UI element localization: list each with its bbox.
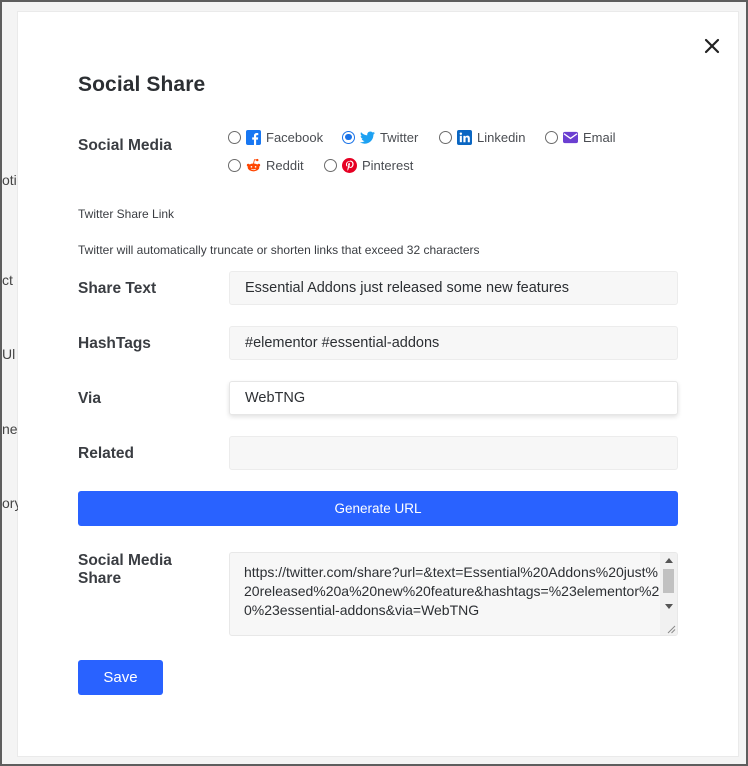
related-label: Related	[78, 445, 134, 462]
scroll-up-arrow-icon[interactable]	[665, 558, 673, 563]
close-button[interactable]	[701, 35, 723, 57]
share-url-textarea[interactable]: https://twitter.com/share?url=&text=Esse…	[229, 552, 678, 636]
radio-button[interactable]	[545, 130, 558, 144]
linkedin-icon	[457, 129, 472, 145]
radio-button[interactable]	[324, 158, 337, 172]
radio-email[interactable]: Email	[545, 128, 616, 146]
textarea-scrollbar[interactable]	[660, 553, 677, 635]
radio-button[interactable]	[439, 130, 452, 144]
radio-linkedin[interactable]: Linkedin	[439, 128, 525, 146]
via-input[interactable]: WebTNG	[229, 381, 678, 415]
radio-facebook[interactable]: Facebook	[228, 128, 323, 146]
scroll-down-arrow-icon[interactable]	[665, 604, 673, 609]
facebook-icon	[246, 129, 261, 145]
output-label-line1: Social Media	[78, 552, 172, 569]
email-icon	[563, 131, 578, 143]
radio-button[interactable]	[342, 130, 355, 144]
radio-button[interactable]	[228, 158, 241, 172]
radio-button[interactable]	[228, 130, 241, 144]
social-media-label: Social Media	[78, 137, 172, 154]
pinterest-icon	[342, 157, 357, 173]
close-icon[interactable]	[701, 35, 723, 57]
output-label-line2: Share	[78, 570, 122, 587]
radio-label: Linkedin	[477, 129, 526, 145]
radio-label: Facebook	[266, 129, 324, 145]
radio-label: Email	[583, 129, 616, 145]
social-share-modal: Social Share Social Media Facebook Twitt…	[18, 12, 738, 756]
twitter-icon	[360, 131, 375, 144]
hashtags-input[interactable]: #elementor #essential-addons	[229, 326, 678, 360]
radio-reddit[interactable]: Reddit	[228, 156, 304, 174]
modal-title: Social Share	[78, 73, 206, 96]
background-text: ne	[2, 421, 18, 437]
related-input[interactable]	[229, 436, 678, 470]
radio-label: Pinterest	[362, 157, 414, 173]
scrollbar-thumb[interactable]	[663, 569, 674, 593]
share-url-text: https://twitter.com/share?url=&text=Esse…	[244, 564, 660, 618]
radio-label: Reddit	[266, 157, 304, 173]
radio-pinterest[interactable]: Pinterest	[324, 156, 413, 174]
background-text: Ul	[2, 346, 16, 362]
generate-url-button[interactable]: Generate URL	[78, 491, 678, 526]
radio-label: Twitter	[380, 129, 419, 145]
share-text-label: Share Text	[78, 280, 157, 297]
radio-twitter[interactable]: Twitter	[342, 128, 418, 146]
share-link-note: Twitter will automatically truncate or s…	[78, 243, 480, 257]
reddit-icon	[246, 158, 261, 171]
share-link-heading: Twitter Share Link	[78, 207, 175, 221]
share-text-input[interactable]: Essential Addons just released some new …	[229, 271, 678, 305]
background-text: ct	[2, 272, 13, 288]
output-label: Social Media Share	[78, 552, 172, 588]
background-text: oti	[2, 172, 17, 188]
hashtags-label: HashTags	[78, 335, 151, 352]
resize-grip-icon[interactable]	[666, 624, 676, 634]
via-label: Via	[78, 390, 101, 407]
save-button[interactable]: Save	[78, 660, 163, 695]
